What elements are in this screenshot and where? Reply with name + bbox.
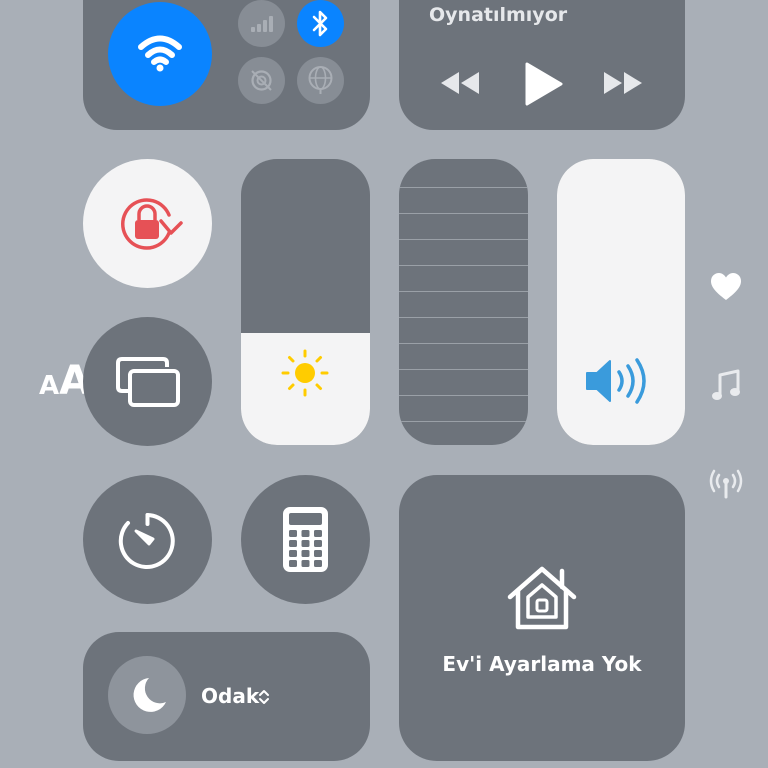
calculator-icon	[283, 507, 328, 572]
sun-icon	[281, 349, 329, 397]
rotation-lock-icon	[121, 198, 183, 250]
bluetooth-button[interactable]	[297, 0, 344, 47]
moon-icon	[133, 678, 166, 712]
airdrop-icon	[251, 70, 272, 91]
house-icon	[507, 566, 577, 630]
divider	[399, 291, 528, 292]
divider	[399, 395, 528, 396]
volume-slider[interactable]	[557, 159, 685, 445]
play-icon	[525, 62, 563, 106]
divider	[399, 265, 528, 266]
wifi-button[interactable]	[108, 2, 212, 106]
fast-forward-button[interactable]	[600, 66, 646, 100]
rewind-button[interactable]	[437, 66, 483, 100]
heart-icon[interactable]	[709, 271, 743, 303]
bluetooth-icon	[312, 10, 328, 37]
screen-mirroring-icon	[116, 357, 180, 407]
divider	[399, 343, 528, 344]
airdrop-button[interactable]	[238, 57, 285, 104]
wifi-icon	[138, 35, 182, 72]
divider	[399, 187, 528, 188]
timer-icon	[118, 513, 175, 569]
hotspot-button[interactable]	[297, 57, 344, 104]
text-size-small-a: A	[38, 371, 60, 401]
divider	[399, 421, 528, 422]
divider	[399, 369, 528, 370]
cellular-signal-icon	[251, 16, 273, 32]
focus-label: Odak	[201, 684, 260, 708]
divider	[399, 213, 528, 214]
now-playing-title: Oynatılmıyor	[429, 4, 568, 26]
speaker-icon	[586, 358, 646, 404]
antenna-icon[interactable]	[708, 466, 744, 500]
brightness-slider[interactable]	[241, 159, 370, 445]
play-button[interactable]	[520, 60, 566, 108]
chevron-up-down-icon	[259, 690, 269, 704]
timer-button[interactable]	[83, 475, 212, 604]
focus-toggle[interactable]	[108, 656, 186, 734]
divider	[399, 239, 528, 240]
personal-hotspot-icon	[308, 66, 333, 94]
home-label: Ev'i Ayarlama Yok	[442, 652, 642, 676]
calculator-button[interactable]	[241, 475, 370, 604]
cellular-button[interactable]	[238, 0, 285, 47]
home-tile[interactable]	[399, 475, 685, 761]
divider	[399, 317, 528, 318]
screen-mirroring-button[interactable]	[83, 317, 212, 446]
music-note-icon[interactable]	[710, 368, 742, 404]
fast-forward-icon	[604, 72, 642, 94]
text-size-slider[interactable]	[399, 159, 528, 445]
rotation-lock-button[interactable]	[83, 159, 212, 288]
rewind-icon	[441, 72, 479, 94]
